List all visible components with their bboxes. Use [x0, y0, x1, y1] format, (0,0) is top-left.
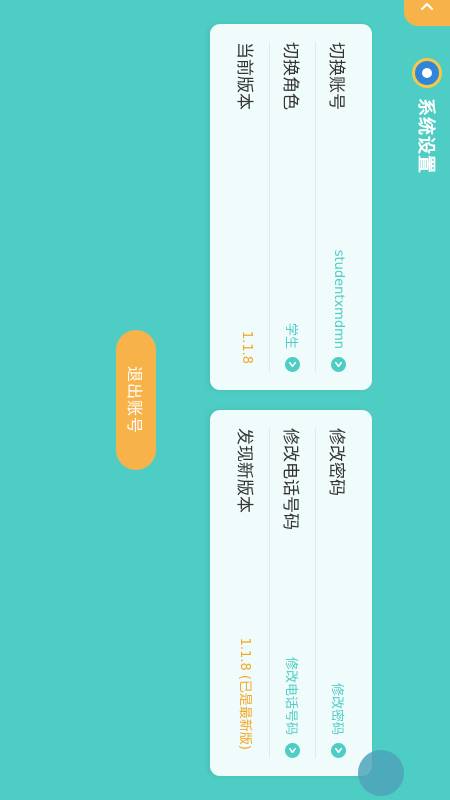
- row-value: 修改密码: [329, 682, 345, 735]
- chevron-up-icon: [420, 2, 434, 11]
- row-label: 修改电话号码: [280, 428, 301, 530]
- chevron-right-icon: [285, 357, 301, 372]
- logout-button[interactable]: 退出账号: [116, 330, 156, 470]
- chevron-right-icon: [285, 743, 301, 758]
- settings-screen: 系统设置 切换账号 studentxmdmn 切换角色 学生 当前版本 1.1.…: [0, 0, 450, 800]
- row-value: 修改电话号码: [283, 656, 299, 735]
- row-label: 发现新版本: [234, 428, 255, 513]
- row-label: 当前版本: [234, 42, 255, 110]
- header: 系统设置: [412, 58, 442, 174]
- chevron-right-icon: [331, 357, 347, 372]
- account-card: 切换账号 studentxmdmn 切换角色 学生 当前版本 1.1.8: [210, 24, 372, 390]
- change-phone-row[interactable]: 修改电话号码 修改电话号码: [270, 410, 316, 776]
- switch-role-row[interactable]: 切换角色 学生: [270, 24, 316, 390]
- row-value: studentxmdmn: [331, 249, 347, 349]
- version-value: 1.1.8: [239, 330, 255, 364]
- update-status-value: 1.1.8 (已是最新版): [237, 637, 253, 750]
- row-value: 学生: [283, 322, 299, 349]
- gear-icon: [412, 58, 442, 88]
- check-update-row[interactable]: 发现新版本 1.1.8 (已是最新版): [224, 410, 270, 776]
- security-card: 修改密码 修改密码 修改电话号码 修改电话号码 发现新版本 1.1.8 (已是最…: [210, 410, 372, 776]
- row-label: 切换账号: [326, 42, 347, 110]
- row-label: 修改密码: [326, 428, 347, 496]
- chevron-right-icon: [331, 743, 347, 758]
- row-label: 切换角色: [280, 42, 301, 110]
- switch-account-row[interactable]: 切换账号 studentxmdmn: [316, 24, 362, 390]
- current-version-row: 当前版本 1.1.8: [224, 24, 270, 390]
- collapse-button[interactable]: [404, 0, 450, 26]
- floating-action-button[interactable]: [358, 750, 404, 796]
- page-title: 系统设置: [415, 98, 436, 174]
- change-password-row[interactable]: 修改密码 修改密码: [316, 410, 362, 776]
